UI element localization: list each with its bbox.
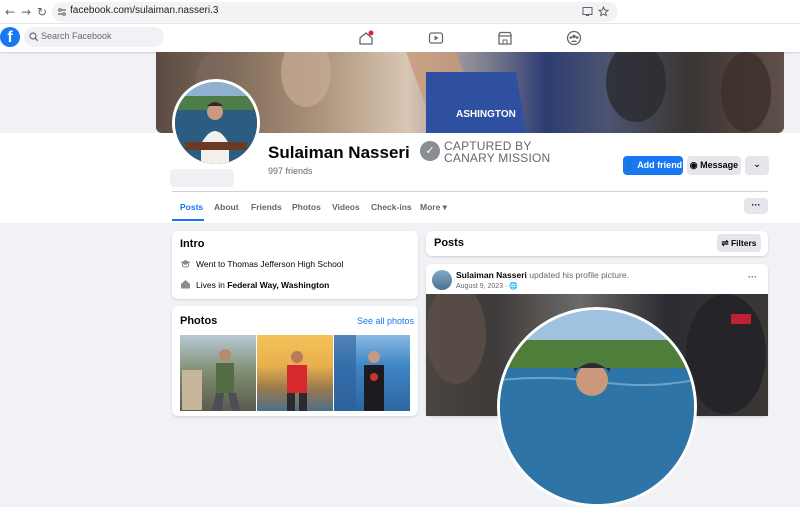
watermark-line-2: CANARY MISSION bbox=[444, 151, 551, 165]
lives-in-place[interactable]: Federal Way, Washington bbox=[227, 280, 329, 290]
blurred-friend-avatars bbox=[170, 169, 234, 187]
photos-title: Photos bbox=[180, 315, 218, 327]
tab-posts[interactable]: Posts bbox=[180, 202, 203, 212]
see-all-photos-link[interactable]: See all photos bbox=[357, 316, 414, 326]
site-settings-icon[interactable] bbox=[57, 7, 67, 17]
graduation-cap-icon bbox=[180, 260, 191, 268]
post-header-text: Sulaiman Nasseri updated his profile pic… bbox=[456, 270, 629, 280]
search-placeholder: Search Facebook bbox=[41, 31, 112, 41]
profile-avatar-image bbox=[175, 82, 257, 164]
tab-videos[interactable]: Videos bbox=[332, 202, 360, 212]
post-date-text: August 9, 2023 · bbox=[456, 283, 510, 290]
chevron-down-icon[interactable]: ⌄ bbox=[745, 156, 769, 175]
messenger-icon: ◉ bbox=[689, 160, 701, 170]
post-date[interactable]: August 9, 2023 · 🌐 bbox=[456, 282, 518, 290]
profile-divider bbox=[172, 191, 768, 192]
post-author-name[interactable]: Sulaiman Nasseri bbox=[456, 270, 527, 280]
tab-about[interactable]: About bbox=[214, 202, 239, 212]
tab-menu-button[interactable]: ··· bbox=[744, 198, 768, 214]
back-icon[interactable]: ← bbox=[2, 4, 18, 20]
post-action-text: updated his profile picture. bbox=[526, 270, 629, 280]
lives-in-prefix: Lives in bbox=[196, 280, 228, 290]
reload-icon[interactable]: ↻ bbox=[34, 4, 50, 20]
intro-school: Went to Thomas Jefferson High School bbox=[196, 259, 344, 269]
filters-icon: ⇌ bbox=[721, 238, 731, 248]
intro-lives-in: Lives in Federal Way, Washington bbox=[196, 280, 329, 290]
photo-thumbnail[interactable] bbox=[334, 335, 410, 411]
add-friend-button[interactable]: 👤 Add friend bbox=[623, 156, 683, 175]
friends-count[interactable]: 997 friends bbox=[268, 166, 313, 176]
intro-title: Intro bbox=[180, 238, 205, 250]
active-tab-indicator bbox=[172, 219, 204, 221]
posts-title: Posts bbox=[434, 237, 464, 249]
install-app-icon[interactable] bbox=[582, 6, 593, 17]
post-profile-picture bbox=[497, 307, 697, 507]
house-icon bbox=[181, 280, 190, 289]
post-menu-button[interactable]: ··· bbox=[748, 272, 757, 282]
message-button[interactable]: ◉ Message bbox=[687, 156, 741, 175]
search-icon bbox=[29, 32, 39, 42]
filters-button[interactable]: ⇌ Filters bbox=[717, 234, 761, 252]
facebook-logo[interactable]: f bbox=[0, 27, 20, 47]
canary-mission-icon: ✓ bbox=[420, 141, 440, 161]
post-profile-picture-image bbox=[500, 310, 694, 504]
forward-icon[interactable]: → bbox=[18, 4, 34, 20]
photo-thumbnail[interactable] bbox=[180, 335, 256, 411]
url-text: facebook.com/sulaiman.nasseri.3 bbox=[70, 5, 219, 16]
marketplace-icon[interactable] bbox=[497, 30, 513, 46]
add-friend-label: Add friend bbox=[637, 160, 683, 170]
post-author-avatar[interactable] bbox=[432, 270, 452, 290]
home-icon[interactable] bbox=[358, 30, 374, 46]
tab-friends[interactable]: Friends bbox=[251, 202, 282, 212]
watch-video-icon[interactable] bbox=[428, 30, 444, 46]
add-friend-icon: 👤 bbox=[623, 160, 638, 170]
photo-thumbnail[interactable] bbox=[257, 335, 333, 411]
profile-name: Sulaiman Nasseri bbox=[268, 143, 410, 162]
message-label: Message bbox=[700, 160, 739, 170]
tab-more[interactable]: More ▾ bbox=[420, 202, 447, 213]
canary-mission-watermark: CAPTURED BY CANARY MISSION bbox=[444, 140, 550, 164]
photo-thumbnail-image bbox=[182, 349, 240, 411]
groups-icon[interactable] bbox=[566, 30, 582, 46]
globe-icon: 🌐 bbox=[509, 283, 519, 290]
tab-photos[interactable]: Photos bbox=[292, 202, 321, 212]
photo-thumbnail-image bbox=[334, 335, 384, 411]
tab-check-ins[interactable]: Check-ins bbox=[371, 202, 412, 212]
profile-avatar[interactable] bbox=[172, 79, 260, 167]
photo-thumbnail-image bbox=[287, 351, 307, 411]
filters-label: Filters bbox=[730, 238, 757, 248]
bookmark-star-icon[interactable] bbox=[598, 6, 609, 17]
svg-text:ASHINGTON: ASHINGTON bbox=[456, 109, 516, 120]
